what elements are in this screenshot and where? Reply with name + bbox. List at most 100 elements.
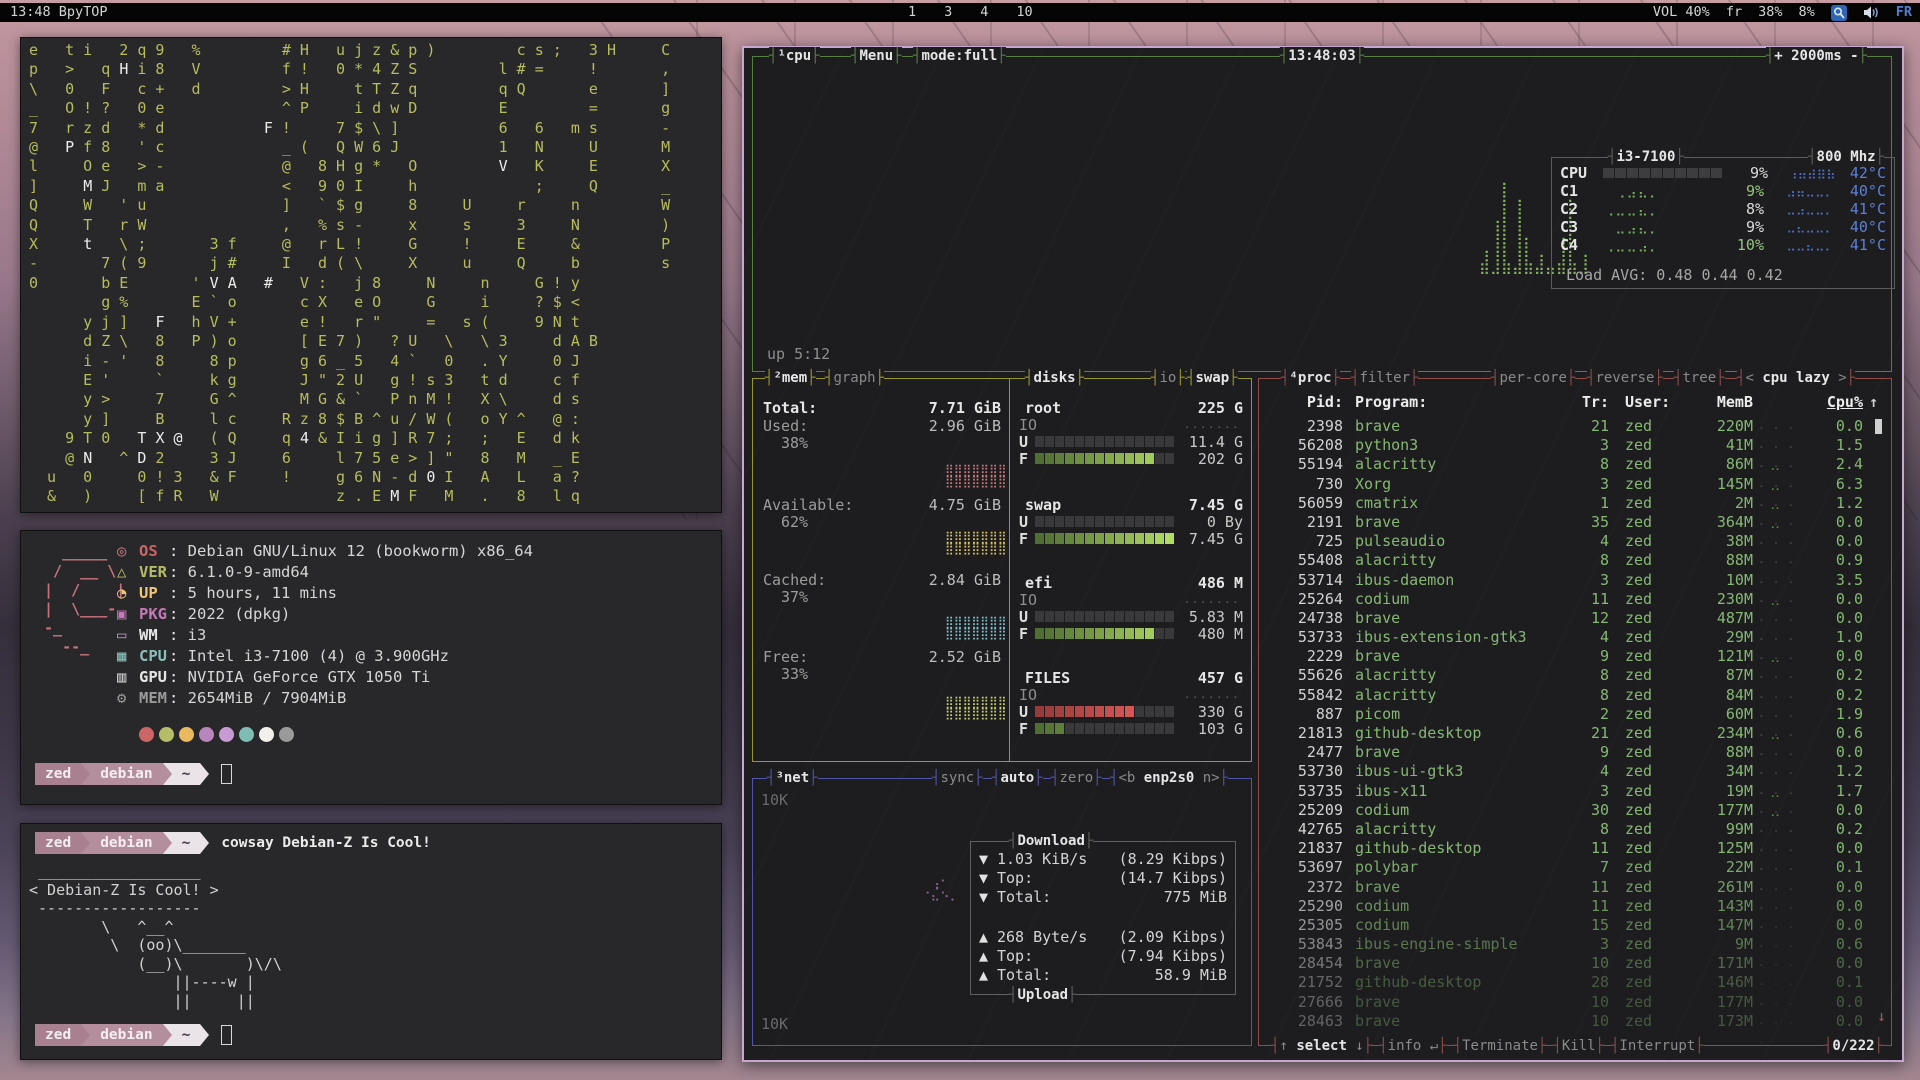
- scroll-down-icon[interactable]: ↓: [1877, 1007, 1886, 1025]
- workspace-button-1[interactable]: 1: [905, 3, 919, 22]
- process-row[interactable]: 53733ibus-extension-gtk34zed29M⠄ ⠄ ⠄ ⠄ ⢀…: [1259, 628, 1891, 647]
- cpu-core-row: C3⠀⣀⣠⣄⡀9%⣀⣄⣀⣀⡀40°C: [1560, 218, 1886, 236]
- shell-prompt[interactable]: zeddebian~: [35, 763, 232, 785]
- workspace-button-3[interactable]: 3: [941, 3, 955, 22]
- process-row[interactable]: 887picom2zed60M⠄ ⠄ ⠄ ⠄ ⢀⡀1.9: [1259, 705, 1891, 724]
- column-user[interactable]: User:: [1625, 393, 1670, 412]
- proc-tree-toggle[interactable]: ┤tree├: [1674, 369, 1725, 387]
- process-row[interactable]: 55626alacritty8zed87M⠄ ⠄ ⠄ ⠄0.2: [1259, 666, 1891, 685]
- process-row[interactable]: 25264codium11zed230M⠄ ⠄ ⠄ ⠄0.0: [1259, 590, 1891, 609]
- proc-box-title[interactable]: ┤⁴proc├: [1281, 369, 1340, 387]
- process-row[interactable]: 2398brave21zed220M⠄ ⠄ ⠄ ⠄0.0: [1259, 417, 1891, 436]
- prompt-path: ~: [172, 763, 201, 785]
- net-box-title[interactable]: ┤³net├: [767, 769, 818, 787]
- process-row[interactable]: 730Xorg3zed145M⠄ ⠄ ⠄ ⠄ ⢀⡀6.3: [1259, 475, 1891, 494]
- palette-dot: [179, 727, 194, 742]
- column-pid[interactable]: Pid:: [1265, 393, 1343, 412]
- mem-icon: ⚙: [117, 688, 139, 709]
- process-scrollbar-thumb[interactable]: [1875, 419, 1882, 434]
- cowsay-terminal-window[interactable]: zeddebian~cowsay Debian-Z Is Cool! _____…: [20, 823, 722, 1060]
- volume-tray-icon[interactable]: [1863, 5, 1880, 20]
- net-auto-toggle[interactable]: ┤auto├: [992, 769, 1043, 787]
- process-row[interactable]: 53714ibus-daemon3zed10M⠄ ⠄ ⠄ ⠄ ⢀⡀3.5: [1259, 571, 1891, 590]
- process-row[interactable]: 27666brave10zed177M⠄ ⠄ ⠄ ⠄0.0: [1259, 993, 1891, 1012]
- mem-box-title[interactable]: ┤²mem├: [765, 369, 816, 387]
- process-row[interactable]: 56059cmatrix1zed2M⠄ ⠄ ⠄ ⠄ ⢀⡀1.2: [1259, 494, 1891, 513]
- terminal-cursor[interactable]: [221, 1025, 232, 1045]
- net-zero-toggle[interactable]: ┤zero├: [1051, 769, 1102, 787]
- bpytop-window[interactable]: ┤¹cpu├ ┤Menu├ ┤mode:full├ ┤13:48:03├ ┤+ …: [742, 46, 1904, 1062]
- process-row[interactable]: 24738brave12zed487M⠄ ⠄ ⠄ ⠄0.0: [1259, 609, 1891, 628]
- process-row[interactable]: 53735ibus-x113zed19M⠄ ⠄ ⠄ ⠄ ⢀⡀1.7: [1259, 782, 1891, 801]
- keyboard-layout-indicator[interactable]: FR: [1896, 3, 1912, 22]
- select-control[interactable]: ┤↑ select ↓├: [1271, 1037, 1372, 1055]
- process-row[interactable]: 25209codium30zed177M⠄ ⠄ ⠄ ⠄0.0: [1259, 801, 1891, 820]
- shell-prompt[interactable]: zeddebian~: [35, 1024, 232, 1046]
- proc-filter-button[interactable]: ┤filter├: [1351, 369, 1418, 387]
- process-row[interactable]: 53697polybar7zed22M⠄ ⠄ ⠄ ⠄0.1: [1259, 858, 1891, 877]
- column-program[interactable]: Program:: [1355, 393, 1427, 412]
- column-cpu[interactable]: Cpu%: [1807, 393, 1863, 412]
- process-row[interactable]: 25305codium15zed147M⠄ ⠄ ⠄ ⠄0.0: [1259, 916, 1891, 935]
- net-interface-selector[interactable]: ┤<b enp2s0 n>├: [1110, 769, 1228, 787]
- system-info-row: ▥GPU: NVIDIA GeForce GTX 1050 Ti: [117, 667, 533, 688]
- process-row[interactable]: 28454brave10zed171M⠄ ⠄ ⠄ ⠄0.0: [1259, 954, 1891, 973]
- debian-ascii-logo: _____ / __ \ | / | | \___- -_ --_: [35, 543, 125, 657]
- interrupt-button[interactable]: ┤Interrupt├: [1611, 1037, 1704, 1055]
- cpu-box-title[interactable]: ┤¹cpu├: [769, 47, 820, 65]
- process-row[interactable]: 21813github-desktop21zed234M⠄ ⠄ ⠄ ⠄0.6: [1259, 724, 1891, 743]
- terminal-cursor[interactable]: [221, 764, 232, 784]
- process-row[interactable]: 725pulseaudio4zed38M⠄ ⠄ ⠄ ⠄0.0: [1259, 532, 1891, 551]
- refresh-interval-control[interactable]: ┤+ 2000ms -├: [1766, 47, 1867, 65]
- process-row[interactable]: 53843ibus-engine-simple3zed9M⠄ ⠄ ⠄ ⠄0.6: [1259, 935, 1891, 954]
- disks-swap-toggle[interactable]: ┤swap├: [1187, 369, 1238, 387]
- process-row[interactable]: 21752github-desktop28zed146M⠄ ⠄ ⠄ ⠄0.1: [1259, 973, 1891, 992]
- proc-sort-selector[interactable]: ┤< cpu lazy >├: [1737, 369, 1855, 387]
- proc-reverse-toggle[interactable]: ┤reverse├: [1587, 369, 1663, 387]
- net-stats-panel: ┤Download├ ▼1.03 KiB/s(8.29 Kibps)▼Top:(…: [970, 841, 1236, 995]
- workspace-button-4[interactable]: 4: [977, 3, 991, 22]
- cmatrix-rain-output: e t i 2 q 9 % # H u j z & p ) c s ; 3 H …: [21, 38, 721, 510]
- column-threads[interactable]: Tr:: [1559, 393, 1609, 412]
- process-row[interactable]: 2372brave11zed261M⠄ ⠄ ⠄ ⠄0.0: [1259, 878, 1891, 897]
- process-row[interactable]: 53730ibus-ui-gtk34zed34M⠄ ⠄ ⠄ ⠄ ⢀⡀1.2: [1259, 762, 1891, 781]
- menu-button[interactable]: ┤Menu├: [851, 47, 902, 65]
- screenshot-tray-icon[interactable]: [1831, 5, 1847, 21]
- i3-status-bar: 13:48 BpyTOP 1 3 4 10 VOL 40% fr 38% 8% …: [0, 3, 1920, 22]
- shell-prompt-with-command[interactable]: zeddebian~cowsay Debian-Z Is Cool!: [35, 832, 431, 854]
- palette-dot: [139, 727, 154, 742]
- terminate-button[interactable]: ┤Terminate├: [1454, 1037, 1547, 1055]
- process-row[interactable]: 2229brave9zed121M⠄ ⠄ ⠄ ⠄0.0: [1259, 647, 1891, 666]
- process-row[interactable]: 21837github-desktop11zed125M⠄ ⠄ ⠄ ⠄0.0: [1259, 839, 1891, 858]
- mem-graph-toggle[interactable]: ┤graph├: [825, 369, 884, 387]
- process-row[interactable]: 28463brave10zed173M⠄ ⠄ ⠄ ⠄0.0: [1259, 1012, 1891, 1031]
- mem-mini-graph: ⣿⣿⣿⣿⣿⣿⣿ ⣿⣿⣿⣿⣿⣿⣿: [945, 697, 1003, 719]
- core-temp-graph: ⢠⣤⣴⣶⣦: [1768, 164, 1836, 182]
- process-row[interactable]: 56208python33zed41M⠄ ⠄ ⠄ ⠄ ⢀⡀1.5: [1259, 436, 1891, 455]
- cmatrix-terminal-window[interactable]: e t i 2 q 9 % # H u j z & p ) c s ; 3 H …: [20, 37, 722, 513]
- disks-io-toggle[interactable]: ┤io├: [1151, 369, 1185, 387]
- net-sync-toggle[interactable]: ┤sync├: [932, 769, 983, 787]
- cowsay-output: __________________ < Debian-Z Is Cool! >…: [29, 862, 282, 1010]
- process-row[interactable]: 55842alacritty8zed84M⠄ ⠄ ⠄ ⠄0.2: [1259, 686, 1891, 705]
- fetch-terminal-window[interactable]: _____ / __ \ | / | | \___- -_ --_ ◎OS : …: [20, 530, 722, 805]
- mode-toggle[interactable]: ┤mode:full├: [913, 47, 1006, 65]
- process-row[interactable]: 2191brave35zed364M⠄ ⠄ ⠄ ⠄0.0: [1259, 513, 1891, 532]
- kill-button[interactable]: ┤Kill├: [1553, 1037, 1604, 1055]
- process-row[interactable]: 42765alacritty8zed99M⠄ ⠄ ⠄ ⠄0.2: [1259, 820, 1891, 839]
- column-memory[interactable]: MemB: [1683, 393, 1753, 412]
- net-rate-row: ▼1.03 KiB/s(8.29 Kibps): [979, 850, 1227, 869]
- process-row[interactable]: 55408alacritty8zed88M⠄ ⠄ ⠄ ⠄0.9: [1259, 551, 1891, 570]
- mem-stat-row: Available:4.75 GiB: [763, 496, 1001, 514]
- process-row[interactable]: 25290codium11zed143M⠄ ⠄ ⠄ ⠄0.0: [1259, 897, 1891, 916]
- core-temp-graph: ⣀⣀⣄⣀⡀: [1764, 236, 1834, 254]
- proc-percore-toggle[interactable]: ┤per-core├: [1491, 369, 1575, 387]
- cpu-box: ┤¹cpu├ ┤Menu├ ┤mode:full├ ┤13:48:03├ ┤+ …: [752, 56, 1892, 372]
- workspace-button-10[interactable]: 10: [1013, 3, 1035, 22]
- info-control[interactable]: ┤info ↵├: [1379, 1037, 1446, 1055]
- sort-direction-icon[interactable]: ↑: [1869, 393, 1878, 412]
- process-row[interactable]: 2477brave9zed88M⠄ ⠄ ⠄ ⠄0.0: [1259, 743, 1891, 762]
- system-info-row: ▭WM : i3: [117, 625, 533, 646]
- process-row[interactable]: 55194alacritty8zed86M⠄ ⠄ ⠄ ⠄ ⢀⡀2.4: [1259, 455, 1891, 474]
- disks-title[interactable]: ┤disks├: [1025, 369, 1084, 387]
